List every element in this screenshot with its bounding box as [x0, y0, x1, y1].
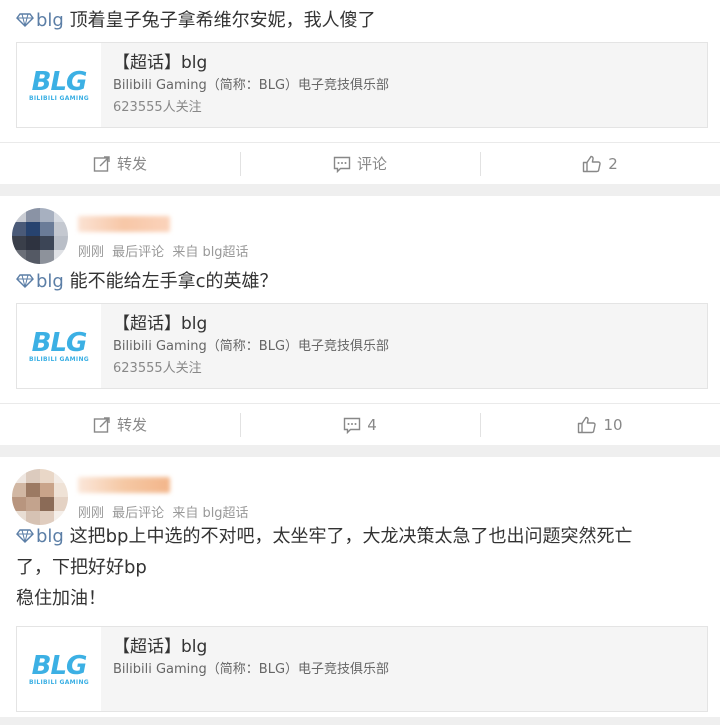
topic-link[interactable]: blg	[16, 526, 70, 547]
like-count: 10	[603, 415, 623, 434]
card-title: 【超话】blg	[113, 637, 208, 657]
post-meta: 刚刚 最后评论 来自 blg超话	[78, 502, 253, 521]
logo-text: BLG	[31, 66, 88, 97]
repost-button[interactable]: 转发	[0, 143, 240, 184]
post-2: 刚刚 最后评论 来自 blg超话 blg 能不能给左手拿c的英雄？ BLG BI…	[0, 196, 720, 445]
topic-link[interactable]: blg	[16, 10, 70, 31]
avatar[interactable]	[12, 208, 68, 264]
logo-text: BLG	[31, 650, 88, 681]
post-text-line: 这把bp上中选的不对吧，太坐牢了，大龙决策太急了也出问题突然死亡	[69, 526, 633, 547]
post-3: 刚刚 最后评论 来自 blg超话 blg 这把bp上中选的不对吧，太坐牢了，大龙…	[0, 457, 720, 717]
action-bar: 转发 评论 2	[0, 142, 720, 184]
topic-card[interactable]: BLG BILIBILI GAMING 【超话】blg Bilibili Gam…	[16, 626, 708, 712]
comment-button[interactable]: 4	[240, 404, 480, 445]
pixelated-avatar	[12, 208, 68, 264]
username[interactable]	[78, 477, 170, 493]
post-source[interactable]: 来自 blg超话	[172, 506, 248, 521]
logo-subtext: BILIBILI GAMING	[28, 94, 90, 102]
comment-icon	[344, 417, 361, 434]
post-meta: 刚刚 最后评论 来自 blg超话	[78, 241, 253, 260]
last-comment-label: 最后评论	[112, 245, 165, 260]
post-1-content: blg 顶着皇子兔子拿希维尔安妮，我人傻了	[0, 5, 720, 36]
repost-label: 转发	[116, 416, 147, 434]
card-description: Bilibili Gaming（简称：BLG）电子竞技俱乐部	[113, 662, 390, 677]
diamond-icon	[16, 274, 34, 288]
card-description: Bilibili Gaming（简称：BLG）电子竞技俱乐部	[113, 339, 390, 354]
thumbs-up-icon	[583, 155, 601, 172]
diamond-icon	[16, 529, 34, 543]
username[interactable]	[78, 216, 170, 232]
repost-label: 转发	[116, 155, 147, 173]
comment-icon	[333, 156, 351, 173]
post-text: 顶着皇子兔子拿希维尔安妮，我人傻了	[69, 10, 376, 31]
post-text: 能不能给左手拿c的英雄？	[69, 271, 278, 292]
like-count: 2	[608, 154, 618, 173]
repost-button[interactable]: 转发	[0, 404, 240, 445]
card-description: Bilibili Gaming（简称：BLG）电子竞技俱乐部	[113, 78, 390, 93]
comment-button[interactable]: 评论	[240, 143, 480, 184]
diamond-icon	[16, 13, 34, 27]
topic-name: blg	[36, 10, 64, 31]
card-followers: 623555人关注	[113, 361, 202, 376]
repost-icon	[93, 416, 110, 433]
topic-card[interactable]: BLG BILIBILI GAMING 【超话】blg Bilibili Gam…	[16, 303, 708, 389]
topic-name: blg	[36, 271, 64, 292]
card-title: 【超话】blg	[113, 53, 208, 73]
post-source[interactable]: 来自 blg超话	[172, 245, 248, 260]
post-time: 刚刚	[78, 506, 105, 521]
blg-logo: BLG BILIBILI GAMING	[17, 304, 101, 388]
thumbs-up-icon	[578, 416, 597, 433]
card-followers: 623555人关注	[113, 100, 202, 115]
like-button[interactable]: 10	[480, 404, 720, 445]
action-bar: 转发 4 10	[0, 403, 720, 445]
comment-label: 评论	[356, 155, 387, 173]
card-title: 【超话】blg	[113, 314, 208, 334]
post-text-line: 了，下把好好bp	[16, 557, 147, 578]
topic-link[interactable]: blg	[16, 271, 70, 292]
topic-card[interactable]: BLG BILIBILI GAMING 【超话】blg Bilibili Gam…	[16, 42, 708, 128]
like-button[interactable]: 2	[480, 143, 720, 184]
logo-text: BLG	[31, 327, 88, 358]
post-1: blg 顶着皇子兔子拿希维尔安妮，我人傻了 BLG BILIBILI GAMIN…	[0, 0, 720, 184]
post-text-line: 稳住加油！	[16, 588, 106, 609]
repost-icon	[93, 155, 110, 172]
post-2-content: blg 能不能给左手拿c的英雄？	[0, 266, 720, 297]
blg-logo: BLG BILIBILI GAMING	[17, 627, 101, 711]
pixelated-avatar	[12, 469, 68, 525]
logo-subtext: BILIBILI GAMING	[28, 355, 90, 363]
post-3-content: blg 这把bp上中选的不对吧，太坐牢了，大龙决策太急了也出问题突然死亡 了，下…	[0, 521, 720, 614]
topic-name: blg	[36, 526, 64, 547]
last-comment-label: 最后评论	[112, 506, 165, 521]
blg-logo: BLG BILIBILI GAMING	[17, 43, 101, 127]
logo-subtext: BILIBILI GAMING	[28, 678, 90, 686]
comment-count: 4	[367, 415, 377, 434]
avatar[interactable]	[12, 469, 68, 525]
post-time: 刚刚	[78, 245, 105, 260]
